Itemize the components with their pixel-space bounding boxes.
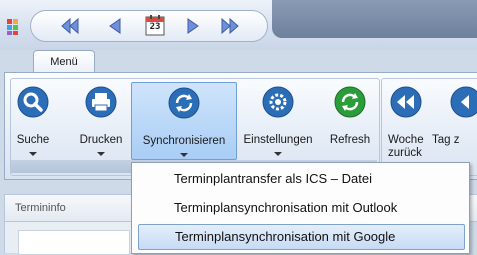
day-back-button[interactable]: Tag z: [430, 82, 477, 158]
menu-item-outlook-sync[interactable]: Terminplansynchronisation mit Outlook: [138, 196, 463, 220]
info-panel-header: Termininfo: [4, 194, 136, 222]
chevron-down-icon: [29, 152, 37, 156]
sync-icon: [168, 87, 200, 119]
print-button[interactable]: Drucken: [74, 82, 128, 158]
menu-item-ics-transfer[interactable]: Terminplantransfer als ICS – Datei: [138, 167, 463, 191]
search-button-label: Suche: [16, 134, 50, 146]
tab-menu[interactable]: Menü: [33, 50, 95, 73]
app-logo-icon: [7, 19, 18, 35]
week-back-button[interactable]: Woche zurück: [384, 82, 428, 159]
chevron-down-icon: [274, 152, 282, 156]
chevron-down-icon: [97, 152, 105, 156]
calendar-day-text: 23: [149, 22, 161, 32]
menu-item-label: Terminplansynchronisation mit Outlook: [174, 200, 398, 215]
calendar-icon[interactable]: 23: [145, 15, 165, 36]
day-back-button-label: Tag z: [432, 134, 460, 146]
info-panel-field: [18, 230, 130, 255]
menu-item-label: Terminplantransfer als ICS – Datei: [174, 171, 372, 186]
synchronize-dropdown-menu: Terminplantransfer als ICS – Datei Termi…: [131, 162, 470, 254]
refresh-icon: [334, 86, 366, 118]
title-bar-right: [272, 0, 477, 38]
refresh-button-label: Refresh: [329, 134, 371, 146]
back-icon: [450, 86, 477, 118]
info-panel-title: Termininfo: [15, 202, 66, 214]
print-button-label: Drucken: [79, 134, 123, 146]
left-arrow-icon[interactable]: [105, 16, 125, 36]
refresh-button[interactable]: Refresh: [324, 82, 376, 158]
rewind-icon: [390, 86, 422, 118]
double-right-arrow-icon[interactable]: [220, 16, 240, 36]
settings-button[interactable]: Einstellungen: [238, 82, 318, 158]
chevron-down-icon: [180, 153, 188, 157]
search-button[interactable]: Suche: [12, 82, 54, 158]
week-back-button-label: Woche zurück: [388, 134, 424, 159]
menu-item-label: Terminplansynchronisation mit Google: [175, 229, 396, 244]
synchronize-button-label: Synchronisieren: [142, 135, 226, 147]
printer-icon: [85, 86, 117, 118]
gear-icon: [262, 86, 294, 118]
synchronize-button[interactable]: Synchronisieren: [131, 82, 237, 160]
settings-button-label: Einstellungen: [243, 134, 313, 146]
menu-item-google-sync[interactable]: Terminplansynchronisation mit Google: [138, 224, 465, 250]
right-arrow-icon[interactable]: [183, 16, 203, 36]
double-left-arrow-icon[interactable]: [60, 16, 80, 36]
search-icon: [17, 86, 49, 118]
